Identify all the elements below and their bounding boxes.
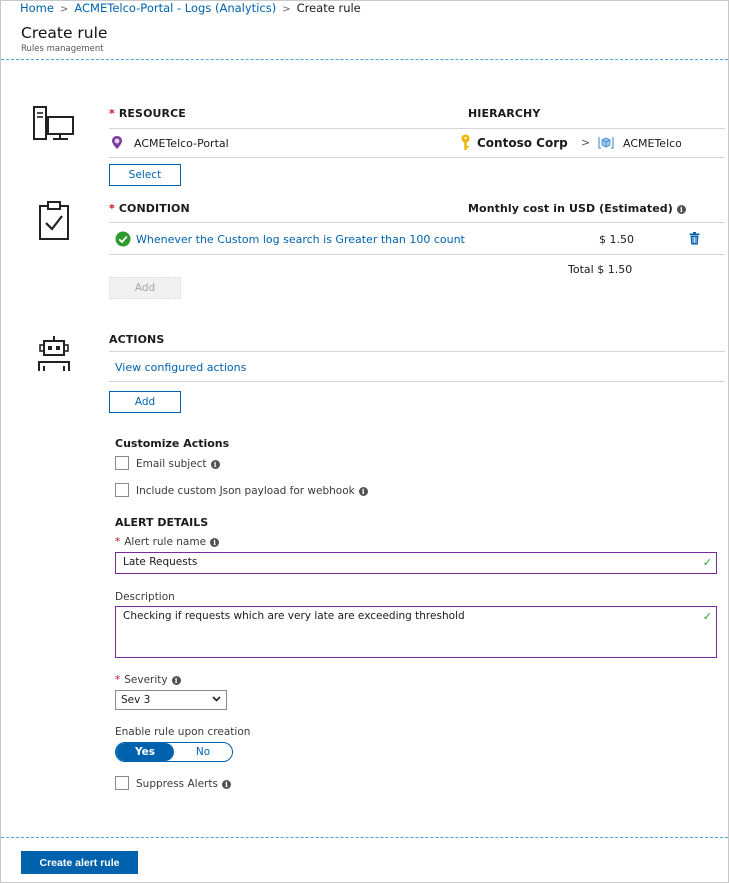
email-subject-label: Email subject i [136,458,220,470]
actions-heading: ACTIONS [109,333,165,346]
info-icon[interactable]: i [210,459,220,469]
footer-divider [1,837,728,838]
robot-icon [35,335,73,376]
add-condition-button[interactable]: Add [109,277,181,299]
enable-rule-toggle[interactable]: Yes No [115,742,233,762]
description-label: Description [115,591,175,603]
cost-total: Total $ 1.50 [568,263,633,276]
resource-heading: * RESOURCE [109,107,186,120]
condition-row-divider [109,254,725,255]
severity-value: Sev 3 [121,694,151,706]
valid-check-icon: ✓ [702,610,712,623]
actions-divider [109,351,725,352]
create-alert-rule-button[interactable]: Create alert rule [21,851,138,874]
resource-row-divider [109,157,725,158]
condition-link[interactable]: Whenever the Custom log search is Greate… [136,233,465,246]
trash-icon[interactable] [689,232,700,248]
actions-row-divider [109,381,725,382]
custom-json-checkbox[interactable] [115,483,129,497]
severity-label: * Severity i [115,674,181,686]
description-textarea[interactable]: Checking if requests which are very late… [115,606,717,658]
condition-heading: * CONDITION [109,202,190,215]
suppress-alerts-label: Suppress Alerts i [136,778,231,790]
page-subtitle: Rules management [21,44,104,54]
hierarchy-child: ACMETelco [623,137,681,150]
hierarchy-heading: HIERARCHY [468,107,541,120]
custom-json-label: Include custom Json payload for webhook i [136,485,368,497]
computer-icon [32,105,76,146]
condition-cost: $ 1.50 [599,233,634,246]
breadcrumb: Home > ACMETelco-Portal - Logs (Analytics)… [20,1,361,15]
breadcrumb-logs-analytics[interactable]: ACMETelco-Portal - Logs (Analytics) [74,1,276,15]
clipboard-check-icon [37,201,71,244]
valid-check-icon: ✓ [702,556,712,569]
description-value: Checking if requests which are very late… [123,610,465,622]
enable-rule-label: Enable rule upon creation [115,726,251,738]
alert-rule-name-value: Late Requests [123,556,198,568]
customize-actions-title: Customize Actions [115,437,230,450]
alert-details-title: ALERT DETAILS [115,516,209,529]
info-icon[interactable]: i [221,779,231,789]
chevron-down-icon [212,692,221,709]
resource-group-cube-icon [598,135,614,153]
required-indicator: * [109,107,115,120]
breadcrumb-current: Create rule [296,1,361,15]
page-title: Create rule [21,24,108,42]
select-resource-button[interactable]: Select [109,164,181,186]
required-indicator: * [109,202,115,215]
info-icon[interactable]: i [210,537,220,547]
suppress-alerts-checkbox[interactable] [115,776,129,790]
header-divider [1,59,728,60]
key-icon [460,134,471,154]
info-icon[interactable]: i [171,675,181,685]
required-indicator: * [115,536,121,548]
log-analytics-pin-icon [111,135,123,153]
enable-no-option[interactable]: No [174,743,232,761]
resource-divider [109,128,725,129]
chevron-right-icon: > [282,4,291,15]
required-indicator: * [115,674,121,686]
info-icon[interactable]: i [676,204,686,214]
alert-rule-name-input[interactable]: Late Requests ✓ [115,552,717,574]
create-rule-blade: Home > ACMETelco-Portal - Logs (Analytics)… [0,0,729,883]
monthly-cost-heading: Monthly cost in USD (Estimated) i [468,202,686,215]
hierarchy-root: Contoso Corp [477,136,568,150]
enable-yes-option[interactable]: Yes [116,743,174,761]
alert-rule-name-label: * Alert rule name i [115,536,220,548]
add-action-button[interactable]: Add [109,391,181,413]
breadcrumb-home[interactable]: Home [20,1,54,15]
severity-select[interactable]: Sev 3 [115,690,227,710]
success-check-icon [115,231,131,250]
resource-name: ACMETelco-Portal [134,137,229,150]
email-subject-checkbox[interactable] [115,456,129,470]
chevron-right-icon: > [581,136,591,149]
chevron-right-icon: > [59,4,69,15]
info-icon[interactable]: i [358,486,368,496]
condition-divider [109,222,725,223]
view-configured-actions-link[interactable]: View configured actions [115,361,246,374]
